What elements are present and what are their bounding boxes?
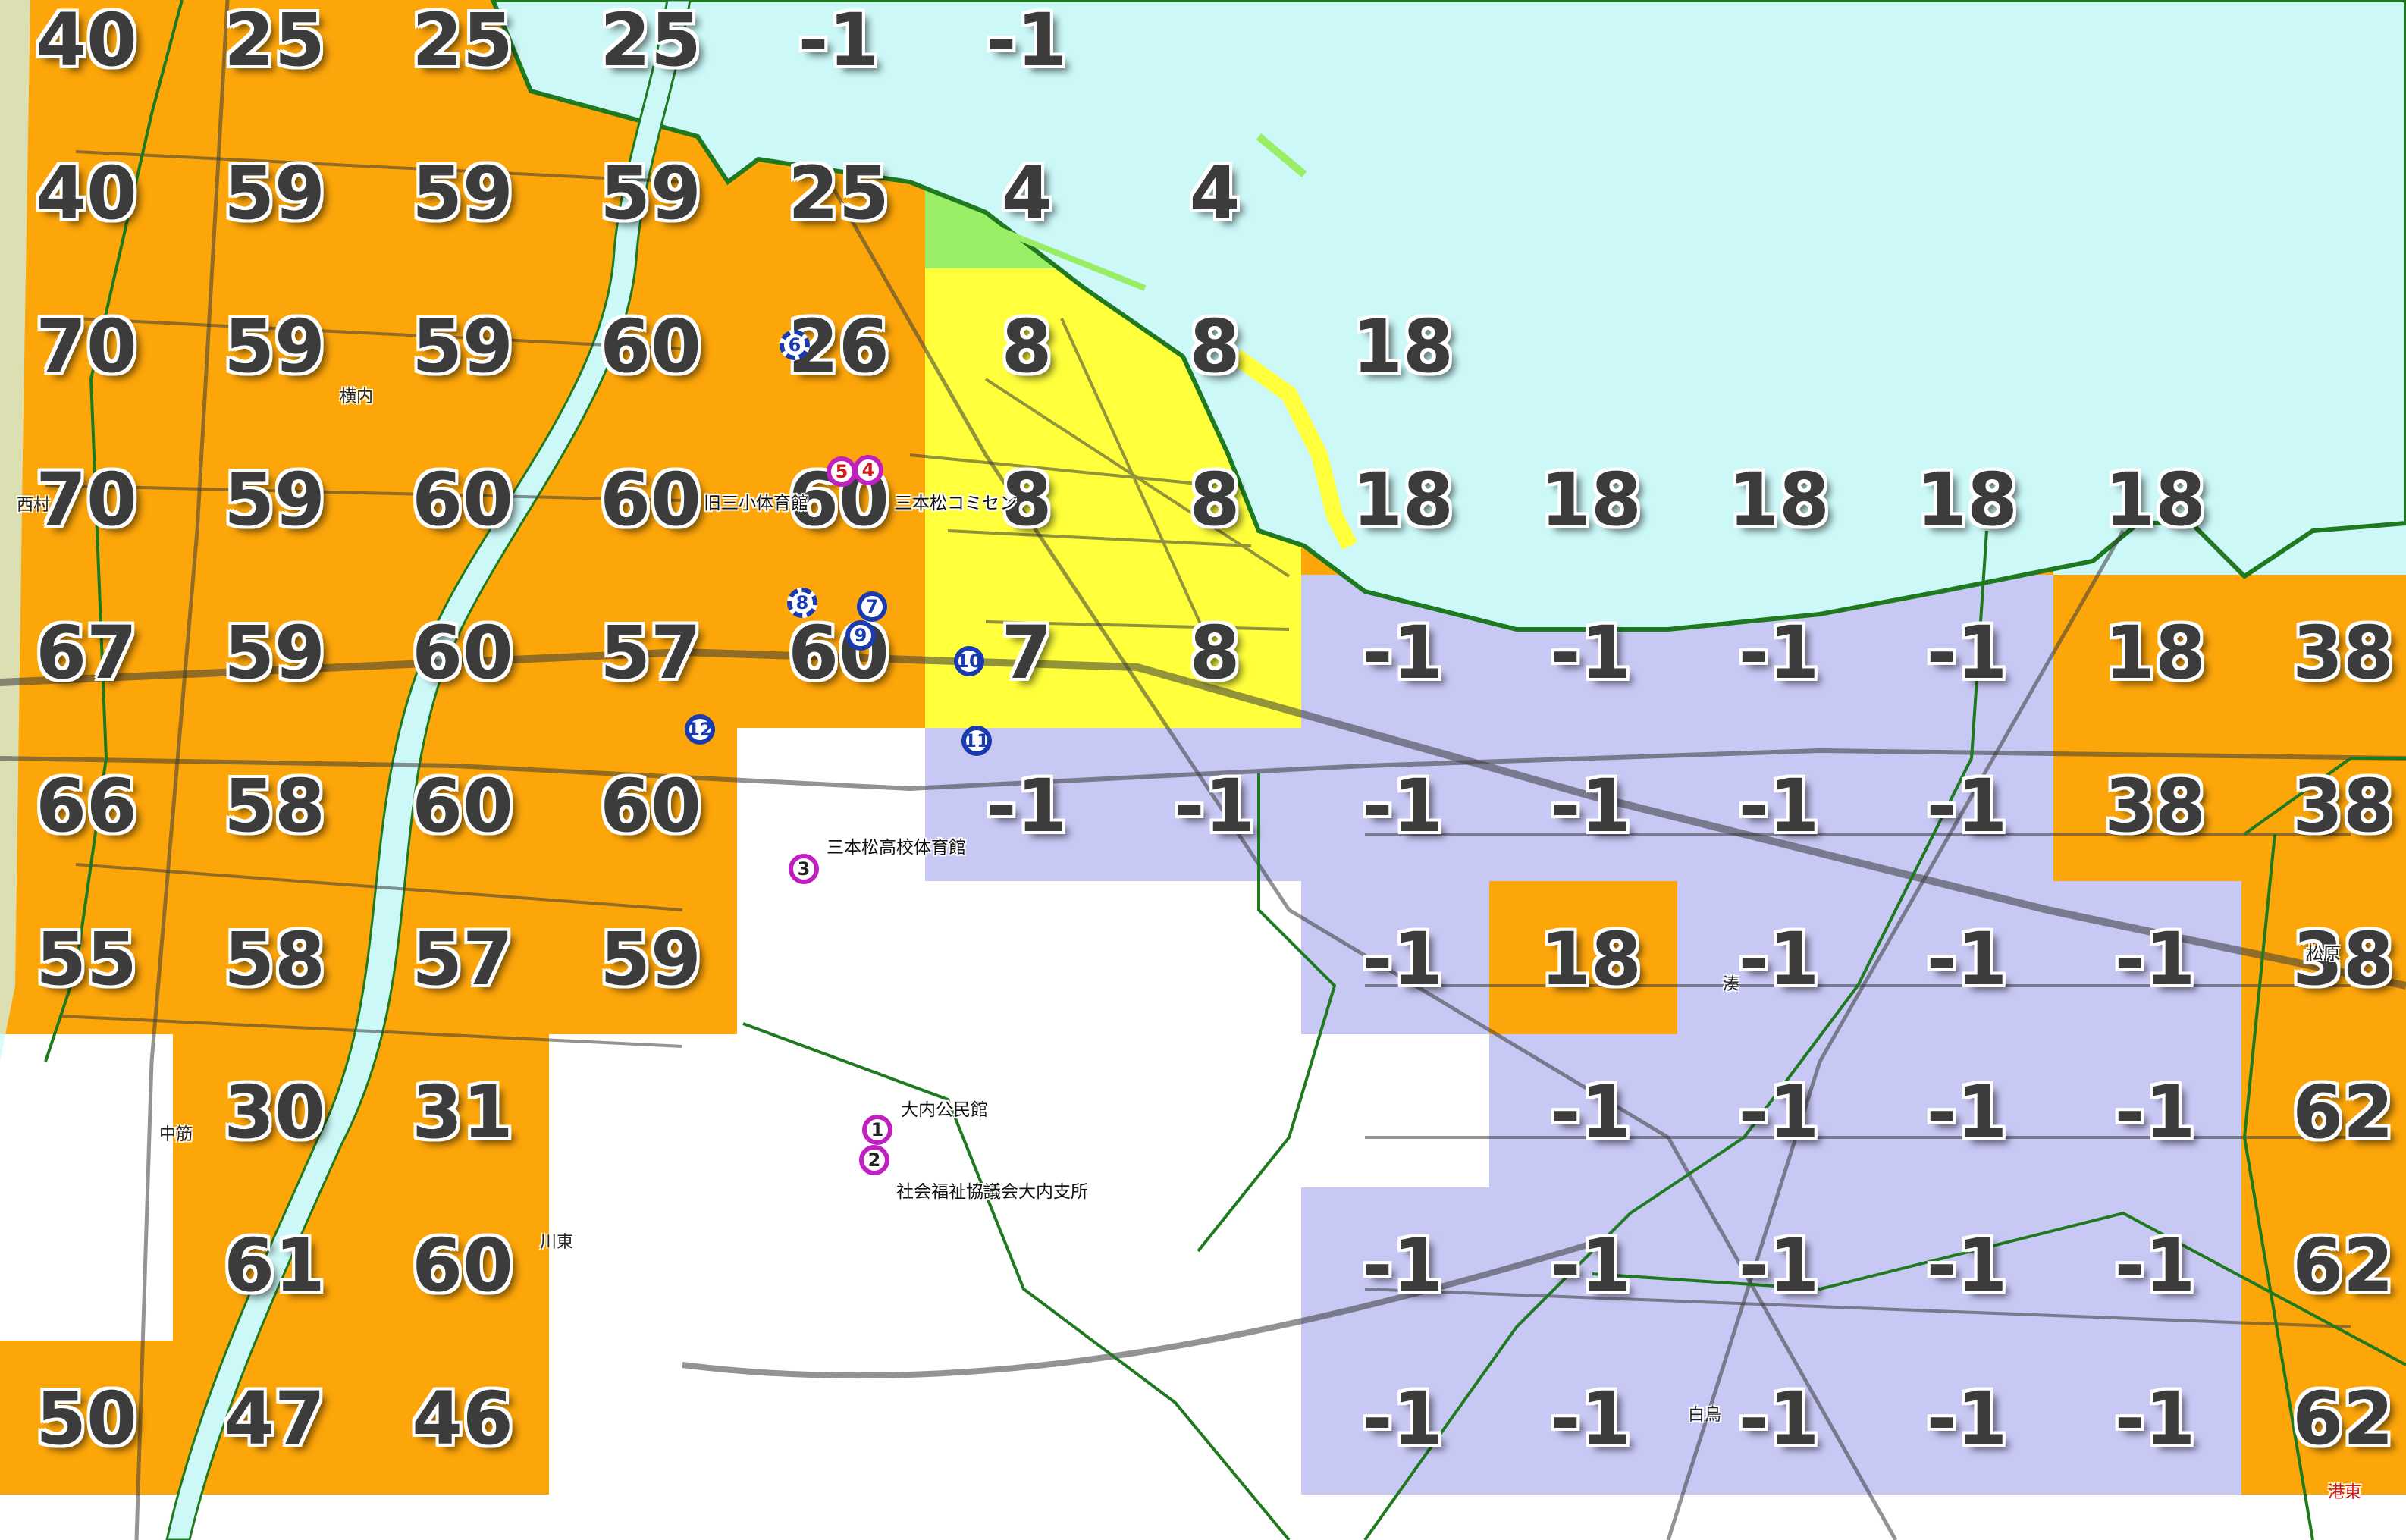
grid-cell-r4-c11 bbox=[2053, 575, 2242, 729]
marker-8[interactable]: 8 bbox=[787, 588, 817, 618]
marker-11[interactable]: 11 bbox=[961, 726, 992, 756]
marker-10-number: 10 bbox=[956, 651, 982, 672]
grid-cell-r8-c6 bbox=[1113, 1187, 1302, 1341]
grid-cell-r2-c1 bbox=[173, 268, 362, 422]
grid-cell-r0-c1 bbox=[173, 0, 362, 116]
facility-former-gym-label: 旧三小体育館 bbox=[704, 494, 808, 513]
grid-cell-r1-c1 bbox=[173, 115, 362, 269]
grid-cell-r5-c11 bbox=[2053, 728, 2242, 882]
marker-8-number: 8 bbox=[795, 592, 809, 613]
marker-12[interactable]: 12 bbox=[685, 714, 715, 745]
grid-cell-r7-c3 bbox=[549, 1034, 738, 1188]
place-name-nishimura: 西村 bbox=[17, 496, 51, 515]
grid-cell-r6-c8 bbox=[1489, 881, 1678, 1035]
grid-cell-r6-c1 bbox=[173, 881, 362, 1035]
grid-cell-r9-c10 bbox=[1865, 1341, 2054, 1495]
grid-cell-r1-c2 bbox=[361, 115, 550, 269]
place-name-yokouchi: 横内 bbox=[340, 387, 374, 406]
grid-cell-r9-c4 bbox=[737, 1341, 926, 1495]
grid-cell-r5-c12 bbox=[2241, 728, 2406, 882]
marker-3[interactable]: 3 bbox=[789, 854, 819, 884]
grid-cell-r8-c10 bbox=[1865, 1187, 2054, 1341]
grid-cell-r2-c4 bbox=[737, 268, 926, 422]
grid-cell-r5-c1 bbox=[173, 728, 362, 882]
place-name-kawahigashi: 川東 bbox=[540, 1233, 574, 1252]
grid-cell-r9-c0 bbox=[0, 1341, 174, 1495]
grid-cell-r5-c5 bbox=[925, 728, 1114, 882]
grid-cell-r8-c2 bbox=[361, 1187, 550, 1341]
facility-welfare-branch-label: 社会福祉協議会大内支所 bbox=[896, 1182, 1088, 1202]
grid-cell-r7-c10 bbox=[1865, 1034, 2054, 1188]
marker-9-number: 9 bbox=[854, 625, 867, 646]
grid-cell-r4-c5 bbox=[925, 575, 1114, 729]
grid-cell-r7-c12 bbox=[2241, 1034, 2406, 1188]
grid-cell-r9-c12 bbox=[2241, 1341, 2406, 1495]
marker-4-number: 4 bbox=[861, 459, 875, 481]
grid-cell-r6-c5 bbox=[925, 881, 1114, 1035]
place-name-minato: 湊 bbox=[1723, 975, 1740, 994]
grid-cell-r7-c11 bbox=[2053, 1034, 2242, 1188]
place-name-minato-edge: 港東 bbox=[2328, 1483, 2362, 1502]
marker-9[interactable]: 9 bbox=[845, 620, 876, 651]
map-view[interactable]: 40 25 25 25 -1 -1 40 59 59 59 25 4 4 70 59 59 60 26 8 8 18 70… bbox=[0, 0, 2406, 1540]
marker-7[interactable]: 7 bbox=[857, 591, 887, 622]
grid-cell-r7-c9 bbox=[1677, 1034, 1866, 1188]
grid-cell-r8-c4 bbox=[737, 1187, 926, 1341]
grid-cell-r9-c8 bbox=[1489, 1341, 1678, 1495]
marker-10[interactable]: 10 bbox=[954, 646, 984, 676]
place-name-shiratori: 白鳥 bbox=[1688, 1406, 1722, 1425]
marker-7-number: 7 bbox=[865, 596, 879, 617]
grid-cell-r5-c8 bbox=[1489, 728, 1678, 882]
marker-12-number: 12 bbox=[687, 719, 713, 740]
grid-cell-r9-c6 bbox=[1113, 1341, 1302, 1495]
marker-6-number: 6 bbox=[788, 334, 801, 356]
marker-11-number: 11 bbox=[964, 730, 990, 751]
marker-2-number: 2 bbox=[867, 1150, 881, 1171]
grid-cell-r2-c2 bbox=[361, 268, 550, 422]
marker-6[interactable]: 6 bbox=[780, 330, 810, 360]
marker-1-number: 1 bbox=[870, 1119, 884, 1140]
grid-cell-r7-c2 bbox=[361, 1034, 550, 1188]
marker-3-number: 3 bbox=[797, 858, 811, 880]
grid-cell-r6-c6 bbox=[1113, 881, 1302, 1035]
grid-cell-r5-c6 bbox=[1113, 728, 1302, 882]
grid-cell-r9-c11 bbox=[2053, 1341, 2242, 1495]
grid-cell-r7-c8 bbox=[1489, 1034, 1678, 1188]
grid-cell-r9-c7 bbox=[1301, 1341, 1490, 1495]
marker-2[interactable]: 2 bbox=[859, 1145, 889, 1175]
grid-cell-r5-c0 bbox=[0, 728, 174, 882]
grid-cell-r6-c11 bbox=[2053, 881, 2242, 1035]
place-name-matsubara: 松原 bbox=[2307, 945, 2341, 964]
grid-cell-r2-c0 bbox=[0, 268, 174, 422]
grid-cell-r7-c6 bbox=[1113, 1034, 1302, 1188]
grid-cell-r7-c7 bbox=[1301, 1034, 1490, 1188]
place-name-nakasuji: 中筋 bbox=[159, 1125, 193, 1144]
grid-cell-r9-c2 bbox=[361, 1341, 550, 1495]
marker-5-number: 5 bbox=[835, 461, 849, 482]
grid-cell-r8-c5 bbox=[925, 1187, 1114, 1341]
grid-cell-r6-c4 bbox=[737, 881, 926, 1035]
facility-community-center-label: 三本松コミセン bbox=[895, 494, 1017, 513]
grid-cell-r5-c4 bbox=[737, 728, 926, 882]
marker-4[interactable]: 4 bbox=[853, 455, 883, 485]
grid-cell-r8-c3 bbox=[549, 1187, 738, 1341]
facility-high-school-gym-label: 三本松高校体育館 bbox=[827, 838, 966, 858]
marker-5[interactable]: 5 bbox=[827, 456, 857, 487]
grid-cell-r5-c7 bbox=[1301, 728, 1490, 882]
grid-cell-r4-c1 bbox=[173, 575, 362, 729]
map-canvas bbox=[0, 0, 2406, 1540]
grid-cell-r9-c3 bbox=[549, 1341, 738, 1495]
grid-cell-r9-c5 bbox=[925, 1341, 1114, 1495]
grid-cell-r6-c3 bbox=[549, 881, 738, 1035]
marker-1[interactable]: 1 bbox=[862, 1115, 892, 1145]
grid-cell-r4-c12 bbox=[2241, 575, 2406, 729]
grid-cell-r5-c3 bbox=[549, 728, 738, 882]
grid-cell-r4-c0 bbox=[0, 575, 174, 729]
facility-ouchi-hall-label: 大内公民館 bbox=[901, 1100, 988, 1120]
grid-cell-r8-c7 bbox=[1301, 1187, 1490, 1341]
